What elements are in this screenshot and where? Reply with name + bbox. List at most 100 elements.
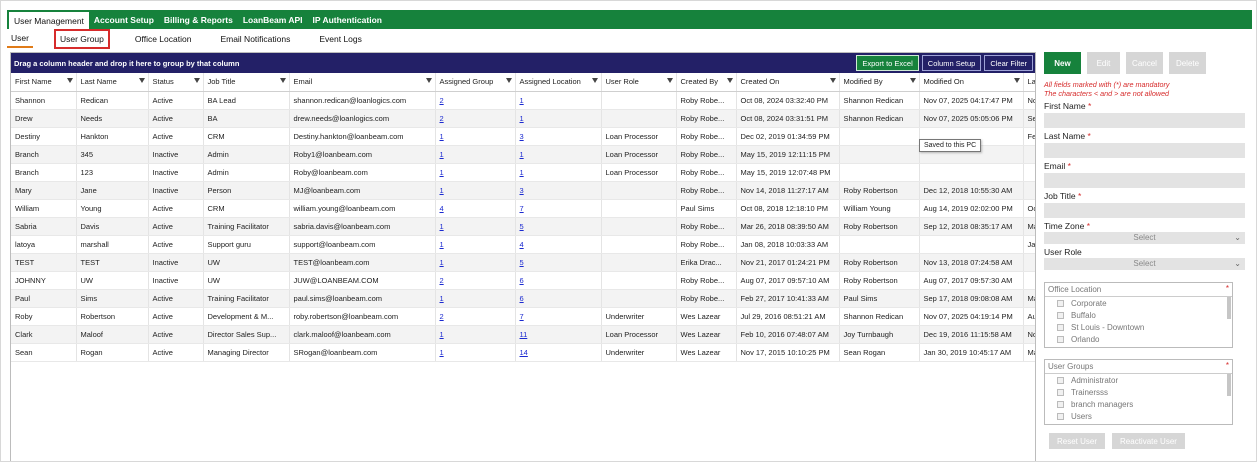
- column-header[interactable]: Job Title: [203, 73, 290, 92]
- filter-icon[interactable]: [505, 78, 512, 83]
- column-header[interactable]: First Name: [11, 73, 77, 92]
- table-row[interactable]: latoya marshall Active Support guru support@…: [11, 235, 1035, 254]
- group-drop-area[interactable]: Drag a column header and drop it here to…: [11, 53, 1035, 73]
- filter-icon[interactable]: [1013, 78, 1020, 83]
- reset-user-button[interactable]: Reset User: [1049, 433, 1106, 449]
- filter-icon[interactable]: [138, 78, 145, 83]
- user-group-item[interactable]: branch managers: [1045, 398, 1232, 410]
- assigned-location-link[interactable]: 6: [520, 276, 524, 285]
- table-row[interactable]: Roby Robertson Active Development & M... rob…: [11, 307, 1035, 326]
- email-field[interactable]: [1044, 173, 1245, 188]
- table-row[interactable]: Drew Needs Active BA drew.needs@loanlogics.c…: [11, 109, 1035, 128]
- cancel-button[interactable]: Cancel: [1126, 52, 1163, 74]
- filter-icon[interactable]: [726, 78, 733, 83]
- assigned-group-link[interactable]: 2: [440, 96, 444, 105]
- assigned-location-link[interactable]: 4: [520, 240, 524, 249]
- table-row[interactable]: Clark Maloof Active Director Sales Sup... cl…: [11, 325, 1035, 344]
- office-location-item[interactable]: St Louis - Downtown: [1045, 321, 1232, 333]
- new-button[interactable]: New: [1044, 52, 1081, 74]
- assigned-group-link[interactable]: 2: [440, 312, 444, 321]
- table-row[interactable]: Shannon Redican Active BA Lead shannon.redic…: [11, 91, 1035, 110]
- column-header[interactable]: Assigned Group: [435, 73, 516, 92]
- topnav-ip-authentication[interactable]: IP Authentication: [308, 10, 387, 29]
- table-row[interactable]: Sabria Davis Active Training Facilitator sab…: [11, 217, 1035, 236]
- office-location-item[interactable]: Buffalo: [1045, 309, 1232, 321]
- assigned-group-link[interactable]: 2: [440, 114, 444, 123]
- user-groups-list[interactable]: User Groups * Administrator Trainersss br…: [1044, 359, 1233, 425]
- table-row[interactable]: Paul Sims Active Training Facilitator paul.s…: [11, 289, 1035, 308]
- office-location-scrollbar[interactable]: [1227, 297, 1231, 319]
- assigned-location-link[interactable]: 3: [520, 186, 524, 195]
- assigned-group-link[interactable]: 4: [440, 204, 444, 213]
- assigned-location-link[interactable]: 1: [520, 114, 524, 123]
- column-header[interactable]: User Role: [601, 73, 677, 92]
- topnav-loanbeam-api[interactable]: LoanBeam API: [238, 10, 308, 29]
- column-header[interactable]: Modified On: [919, 73, 1024, 92]
- user-group-item[interactable]: Users: [1045, 410, 1232, 422]
- assigned-group-link[interactable]: 1: [440, 150, 444, 159]
- checkbox[interactable]: [1057, 376, 1064, 384]
- user-group-item[interactable]: Trainersss: [1045, 386, 1232, 398]
- column-header[interactable]: Assigned Location: [515, 73, 602, 92]
- filter-icon[interactable]: [591, 78, 598, 83]
- checkbox[interactable]: [1057, 388, 1064, 396]
- table-row[interactable]: William Young Active CRM william.young@loanb…: [11, 199, 1035, 218]
- assigned-group-link[interactable]: 1: [440, 240, 444, 249]
- assigned-group-link[interactable]: 1: [440, 168, 444, 177]
- assigned-location-link[interactable]: 11: [520, 330, 528, 339]
- assigned-group-link[interactable]: 1: [440, 258, 444, 267]
- assigned-location-link[interactable]: 3: [520, 132, 524, 141]
- table-row[interactable]: Branch 345 Inactive Admin Roby1@loanbeam.com…: [11, 145, 1035, 164]
- column-header[interactable]: Last Name: [76, 73, 149, 92]
- tab-user[interactable]: User: [7, 31, 33, 48]
- assigned-location-link[interactable]: 5: [520, 258, 524, 267]
- filter-icon[interactable]: [425, 78, 432, 83]
- checkbox[interactable]: [1057, 335, 1064, 343]
- table-row[interactable]: Destiny Hankton Active CRM Destiny.hankton@l…: [11, 127, 1035, 146]
- tab-email-notifications[interactable]: Email Notifications: [216, 32, 294, 46]
- assigned-group-link[interactable]: 1: [440, 186, 444, 195]
- office-location-list[interactable]: Office Location * Corporate Buffalo St Lo…: [1044, 282, 1233, 348]
- assigned-location-link[interactable]: 6: [520, 294, 524, 303]
- last-name-field[interactable]: [1044, 143, 1245, 158]
- tab-user-group[interactable]: User Group: [53, 29, 110, 49]
- filter-icon[interactable]: [279, 78, 286, 83]
- filter-icon[interactable]: [909, 78, 916, 83]
- topnav-billing-reports[interactable]: Billing & Reports: [159, 10, 238, 29]
- assigned-location-link[interactable]: 1: [520, 168, 524, 177]
- column-header[interactable]: Created By: [676, 73, 737, 92]
- edit-button[interactable]: Edit: [1087, 52, 1120, 74]
- column-setup-button[interactable]: Column Setup: [921, 55, 982, 71]
- clear-filter-button[interactable]: Clear Filter: [984, 55, 1033, 71]
- filter-icon[interactable]: [66, 78, 73, 83]
- table-row[interactable]: TEST TEST Inactive UW TEST@loanbeam.com 1 5 Eri…: [11, 253, 1035, 272]
- assigned-location-link[interactable]: 1: [520, 150, 524, 159]
- column-header[interactable]: Email: [289, 73, 436, 92]
- checkbox[interactable]: [1057, 323, 1064, 331]
- table-row[interactable]: Mary Jane Inactive Person MJ@loanbeam.com 1 3 R…: [11, 181, 1035, 200]
- assigned-group-link[interactable]: 1: [440, 348, 444, 357]
- assigned-location-link[interactable]: 1: [520, 96, 524, 105]
- assigned-group-link[interactable]: 2: [440, 276, 444, 285]
- delete-button[interactable]: Delete: [1169, 52, 1206, 74]
- topnav-user-management[interactable]: User Management: [9, 12, 89, 29]
- column-header[interactable]: Created On: [736, 73, 840, 92]
- assigned-location-link[interactable]: 14: [520, 348, 528, 357]
- assigned-group-link[interactable]: 1: [440, 132, 444, 141]
- job-title-field[interactable]: [1044, 203, 1245, 218]
- office-location-item[interactable]: Corporate: [1045, 297, 1232, 309]
- checkbox[interactable]: [1057, 400, 1064, 408]
- assigned-location-link[interactable]: 7: [520, 204, 524, 213]
- assigned-group-link[interactable]: 1: [440, 330, 444, 339]
- user-role-select[interactable]: Select ⌄: [1044, 258, 1245, 270]
- column-header[interactable]: Modified By: [839, 73, 920, 92]
- filter-icon[interactable]: [666, 78, 673, 83]
- topnav-account-setup[interactable]: Account Setup: [89, 10, 159, 29]
- user-groups-scrollbar[interactable]: [1227, 374, 1231, 396]
- user-group-item[interactable]: Administrator: [1045, 374, 1232, 386]
- checkbox[interactable]: [1057, 412, 1064, 420]
- table-row[interactable]: Branch 123 Inactive Admin Roby@loanbeam.com 1…: [11, 163, 1035, 182]
- assigned-group-link[interactable]: 1: [440, 222, 444, 231]
- export-excel-button[interactable]: Export to Excel: [856, 55, 919, 71]
- office-location-item[interactable]: Orlando: [1045, 333, 1232, 345]
